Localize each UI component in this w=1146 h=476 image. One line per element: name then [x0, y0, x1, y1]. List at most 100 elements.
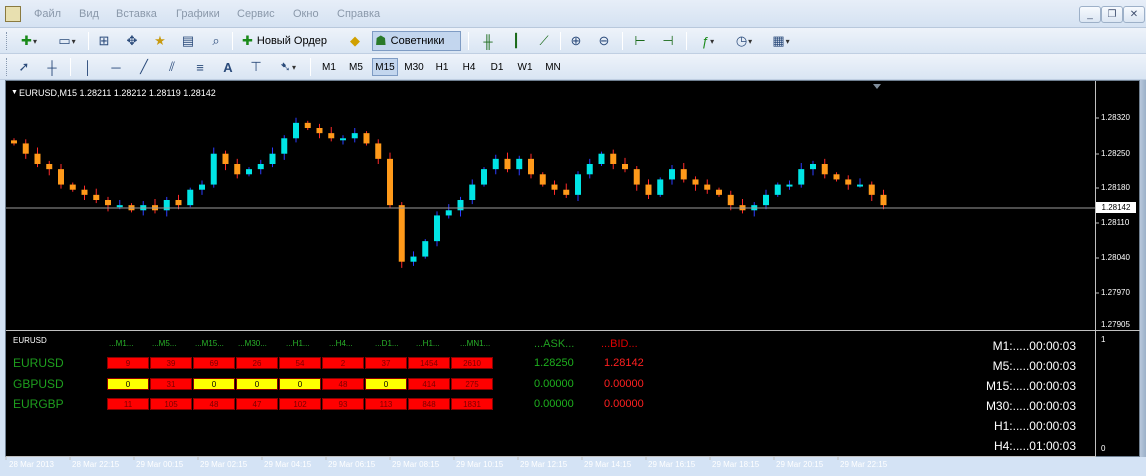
row-symbol: EURUSD: [13, 356, 64, 370]
timer-m30: M30:.....00:00:03: [985, 399, 1076, 413]
bull-candle: [516, 158, 523, 170]
tf-header: ...M1...: [109, 339, 134, 348]
bear-candle: [845, 179, 852, 185]
bear-candle: [692, 179, 699, 185]
indicator-cell: 93: [322, 398, 364, 410]
bear-candle: [716, 189, 722, 195]
chart-menu-arrow-icon[interactable]: ▼: [11, 89, 18, 96]
bid-value: 0.00000: [604, 398, 644, 410]
bear-candle: [680, 169, 687, 180]
tf-header: ...D1...: [375, 339, 399, 348]
chart-title: EURUSD,M15 1.28211 1.28212 1.28119 1.281…: [19, 88, 216, 98]
bid-value: 0.00000: [604, 378, 644, 390]
bear-candle: [175, 200, 182, 206]
y-tick-label: 1.28250: [1101, 149, 1130, 158]
tf-header: ...H1...: [416, 339, 440, 348]
indicator-cell: 26: [236, 357, 278, 369]
tf-header: ...H1...: [286, 339, 310, 348]
ask-value: 0.00000: [534, 378, 574, 390]
bid-header: ...BID...: [601, 338, 638, 350]
terminal-window: Файл Вид Вставка Графики Сервис Окно Спр…: [0, 0, 1146, 476]
tf-header: ...M15...: [195, 339, 224, 348]
bear-candle: [633, 169, 640, 185]
bull-candle: [669, 169, 675, 180]
bull-candle: [269, 153, 276, 164]
ask-value: 0.00000: [534, 398, 574, 410]
bear-candle: [398, 205, 405, 262]
x-tick-label: 29 Mar 00:15: [136, 460, 184, 469]
bull-candle: [199, 184, 205, 190]
bear-candle: [622, 164, 628, 170]
bear-candle: [11, 140, 17, 144]
indicator-cell: 102: [279, 398, 321, 410]
bull-candle: [434, 215, 440, 242]
shift-marker: [873, 84, 881, 89]
subwindow-scale-max: 1: [1101, 335, 1106, 344]
x-tick-label: 29 Mar 22:15: [840, 460, 888, 469]
indicator-cell: 0: [107, 378, 149, 390]
current-price-label: 1.28142: [1096, 202, 1136, 213]
y-tick-label: 1.28040: [1101, 253, 1130, 262]
row-symbol: GBPUSD: [13, 377, 64, 391]
bull-candle: [763, 194, 769, 206]
bull-candle: [657, 179, 664, 195]
bear-candle: [833, 174, 840, 180]
bear-candle: [704, 184, 711, 190]
x-tick-label: 28 Mar 2013: [9, 460, 54, 469]
tf-header: ...M5...: [152, 339, 177, 348]
x-tick-label: 29 Mar 18:15: [712, 460, 760, 469]
x-tick-label: 29 Mar 02:15: [200, 460, 248, 469]
bear-candle: [222, 153, 229, 164]
bull-candle: [774, 184, 781, 195]
bull-candle: [210, 153, 217, 185]
indicator-cell: 848: [408, 398, 450, 410]
x-tick-label: 29 Mar 10:15: [456, 460, 504, 469]
indicator-cell: 11: [107, 398, 149, 410]
bear-candle: [610, 153, 617, 164]
bull-candle: [481, 169, 487, 185]
bull-candle: [293, 122, 299, 139]
bull-candle: [810, 164, 816, 170]
bear-candle: [46, 164, 53, 170]
indicator-cell: 0: [365, 378, 407, 390]
ask-value: 1.28250: [534, 357, 574, 369]
indicator-cell: 37: [365, 357, 407, 369]
indicator-cell: 47: [236, 398, 278, 410]
bear-candle: [363, 133, 370, 144]
bull-candle: [281, 138, 288, 154]
bull-candle: [351, 133, 358, 139]
bull-candle: [492, 158, 499, 170]
indicator-cell: 39: [150, 357, 192, 369]
timer-m5: M5:.....00:00:03: [992, 359, 1076, 373]
bull-candle: [257, 164, 264, 170]
timer-m15: M15:.....00:00:03: [985, 379, 1076, 393]
bear-candle: [387, 158, 393, 206]
bear-candle: [504, 158, 511, 170]
tf-header: ...H4...: [329, 339, 353, 348]
candle-series: [11, 117, 887, 268]
bear-candle: [551, 184, 558, 190]
bull-candle: [469, 184, 476, 200]
bull-candle: [445, 210, 452, 216]
bear-candle: [316, 128, 323, 134]
bear-candle: [234, 164, 241, 175]
x-tick-label: 29 Mar 08:15: [392, 460, 440, 469]
bear-candle: [880, 194, 887, 206]
bear-candle: [93, 194, 100, 200]
bear-candle: [328, 133, 335, 139]
timer-h4: H4:.....01:00:03: [993, 439, 1076, 453]
bid-value: 1.28142: [604, 357, 644, 369]
indicator-cell: 1831: [451, 398, 493, 410]
bear-candle: [58, 169, 64, 185]
bear-candle: [81, 189, 88, 195]
indicator-cell: 275: [451, 378, 493, 390]
bear-candle: [727, 194, 734, 206]
bear-candle: [22, 143, 29, 154]
bull-candle: [422, 241, 429, 257]
bull-candle: [187, 189, 194, 206]
indicator-cell: 414: [408, 378, 450, 390]
timer-m1: M1:.....00:00:03: [992, 339, 1076, 353]
bull-candle: [246, 169, 252, 175]
tf-header: ...M30...: [238, 339, 267, 348]
x-tick-label: 29 Mar 20:15: [776, 460, 824, 469]
